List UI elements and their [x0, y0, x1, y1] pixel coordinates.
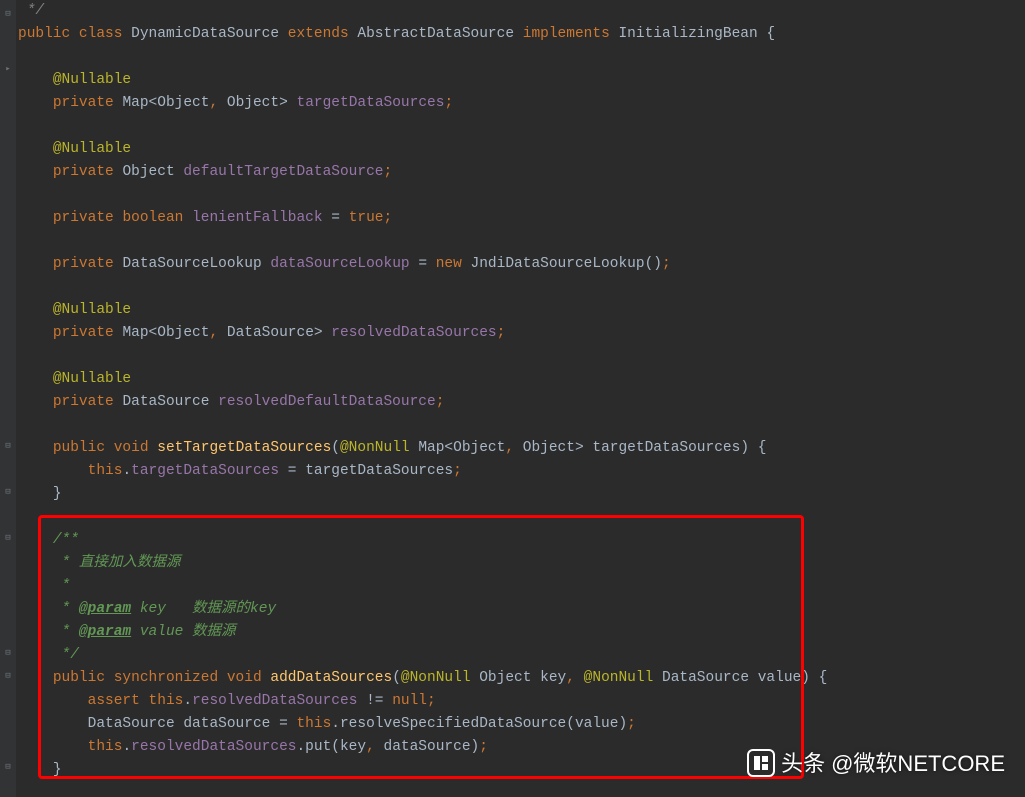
- code-line[interactable]: @Nullable: [18, 299, 1025, 322]
- code-line[interactable]: [18, 184, 1025, 207]
- fold-close-icon[interactable]: ⊟: [3, 642, 13, 652]
- code-line[interactable]: [18, 115, 1025, 138]
- fold-close-icon[interactable]: ⊟: [3, 481, 13, 491]
- code-line[interactable]: */: [18, 644, 1025, 667]
- code-line[interactable]: DataSource dataSource = this.resolveSpec…: [18, 713, 1025, 736]
- code-line[interactable]: *: [18, 575, 1025, 598]
- code-line[interactable]: [18, 276, 1025, 299]
- code-line[interactable]: private boolean lenientFallback = true;: [18, 207, 1025, 230]
- code-line[interactable]: this.targetDataSources = targetDataSourc…: [18, 460, 1025, 483]
- code-line[interactable]: * 直接加入数据源: [18, 552, 1025, 575]
- code-line[interactable]: * @param value 数据源: [18, 621, 1025, 644]
- code-line[interactable]: private Object defaultTargetDataSource;: [18, 161, 1025, 184]
- editor-gutter: ⊟ ▸ ⊟ ⊟ ⊟ ⊟ ⊟ ⊟: [0, 0, 16, 797]
- javadoc: *: [53, 578, 70, 594]
- javadoc: /**: [53, 532, 79, 548]
- code-line[interactable]: @Nullable: [18, 368, 1025, 391]
- code-line[interactable]: this.resolvedDataSources.put(key, dataSo…: [18, 736, 1025, 759]
- fold-open-icon[interactable]: ⊟: [3, 3, 13, 13]
- code-line[interactable]: assert this.resolvedDataSources != null;: [18, 690, 1025, 713]
- annotation: @Nullable: [53, 72, 131, 88]
- code-line[interactable]: }: [18, 483, 1025, 506]
- code-line[interactable]: [18, 46, 1025, 69]
- code-line[interactable]: private Map<Object, DataSource> resolved…: [18, 322, 1025, 345]
- annotation: @Nullable: [53, 302, 131, 318]
- fold-open-icon[interactable]: ⊟: [3, 665, 13, 675]
- code-line[interactable]: public void setTargetDataSources(@NonNul…: [18, 437, 1025, 460]
- code-line[interactable]: public synchronized void addDataSources(…: [18, 667, 1025, 690]
- code-area[interactable]: */ public class DynamicDataSource extend…: [18, 0, 1025, 782]
- fold-close-icon[interactable]: ⊟: [3, 756, 13, 766]
- code-line[interactable]: private Map<Object, Object> targetDataSo…: [18, 92, 1025, 115]
- code-line[interactable]: [18, 230, 1025, 253]
- code-line[interactable]: @Nullable: [18, 138, 1025, 161]
- code-line[interactable]: [18, 345, 1025, 368]
- code-editor[interactable]: ⊟ ▸ ⊟ ⊟ ⊟ ⊟ ⊟ ⊟ */ public class DynamicD…: [0, 0, 1025, 797]
- code-line[interactable]: private DataSource resolvedDefaultDataSo…: [18, 391, 1025, 414]
- code-line[interactable]: /**: [18, 529, 1025, 552]
- annotation: @Nullable: [53, 141, 131, 157]
- code-line[interactable]: private DataSourceLookup dataSourceLooku…: [18, 253, 1025, 276]
- code-line[interactable]: }: [18, 759, 1025, 782]
- code-line[interactable]: @Nullable: [18, 69, 1025, 92]
- fold-open-icon[interactable]: ▸: [3, 58, 13, 68]
- javadoc: * 直接加入数据源: [53, 555, 181, 571]
- javadoc-tag: @param: [79, 624, 131, 640]
- javadoc: */: [53, 647, 79, 663]
- comment: */: [18, 3, 44, 19]
- code-line[interactable]: * @param key 数据源的key: [18, 598, 1025, 621]
- annotation: @Nullable: [53, 371, 131, 387]
- code-line[interactable]: public class DynamicDataSource extends A…: [18, 23, 1025, 46]
- fold-open-icon[interactable]: ⊟: [3, 527, 13, 537]
- code-line[interactable]: */: [18, 0, 1025, 23]
- fold-close-icon[interactable]: ⊟: [3, 435, 13, 445]
- code-line[interactable]: [18, 506, 1025, 529]
- code-line[interactable]: [18, 414, 1025, 437]
- javadoc-tag: @param: [79, 601, 131, 617]
